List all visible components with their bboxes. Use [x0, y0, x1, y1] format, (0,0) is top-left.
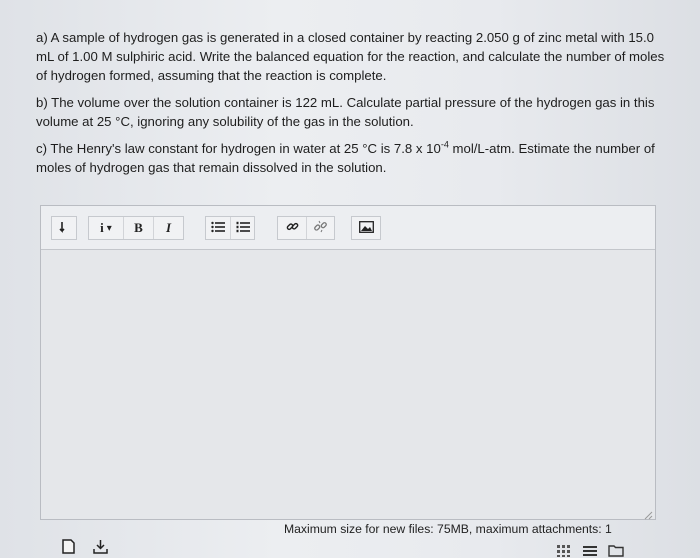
resize-handle-icon[interactable] [643, 507, 653, 520]
answer-editor: i ▾ B I [40, 205, 656, 520]
bullet-list-button[interactable] [206, 217, 230, 239]
image-icon [358, 220, 374, 236]
paragraph-group [51, 216, 77, 240]
numbered-list-button[interactable] [230, 217, 254, 239]
bullet-list-icon [211, 221, 225, 236]
numbered-list-icon [236, 221, 250, 236]
format-group: i ▾ B I [88, 216, 184, 240]
paragraph-format-icon [59, 221, 69, 236]
grid-view-icon[interactable] [556, 543, 572, 558]
file-limits-text: Maximum size for new files: 75MB, maximu… [284, 522, 612, 536]
unlink-icon [314, 220, 327, 236]
media-group [351, 216, 381, 240]
link-group [277, 216, 335, 240]
chevron-down-icon: ▾ [106, 222, 112, 234]
answer-textarea[interactable] [41, 250, 655, 520]
question-part-a: a) A sample of hydrogen gas is generated… [36, 30, 665, 83]
link-icon [286, 220, 299, 236]
italic-button[interactable]: I [153, 217, 183, 239]
unlink-button[interactable] [306, 217, 334, 239]
info-label: i [100, 220, 104, 235]
list-view-icon[interactable] [582, 543, 598, 558]
view-toggle-actions [556, 543, 624, 558]
more-options-button[interactable]: i ▾ [89, 217, 123, 239]
file-picker-actions [60, 539, 108, 554]
question-part-b: b) The volume over the solution containe… [36, 95, 655, 129]
question-part-c-exponent: -4 [440, 139, 449, 150]
question-part-c-before: c) The Henry's law constant for hydrogen… [36, 141, 441, 156]
bold-button[interactable]: B [123, 217, 153, 239]
question-text: a) A sample of hydrogen gas is generated… [36, 28, 666, 185]
folder-icon[interactable] [608, 543, 624, 558]
link-button[interactable] [278, 217, 306, 239]
download-icon[interactable] [92, 539, 108, 554]
insert-image-button[interactable] [352, 217, 380, 239]
page: a) A sample of hydrogen gas is generated… [0, 0, 700, 558]
editor-toolbar: i ▾ B I [41, 206, 655, 250]
list-group [205, 216, 255, 240]
question-part-c: c) The Henry's law constant for hydrogen… [36, 139, 666, 177]
paragraph-format-button[interactable] [52, 217, 76, 239]
file-icon[interactable] [60, 539, 76, 554]
